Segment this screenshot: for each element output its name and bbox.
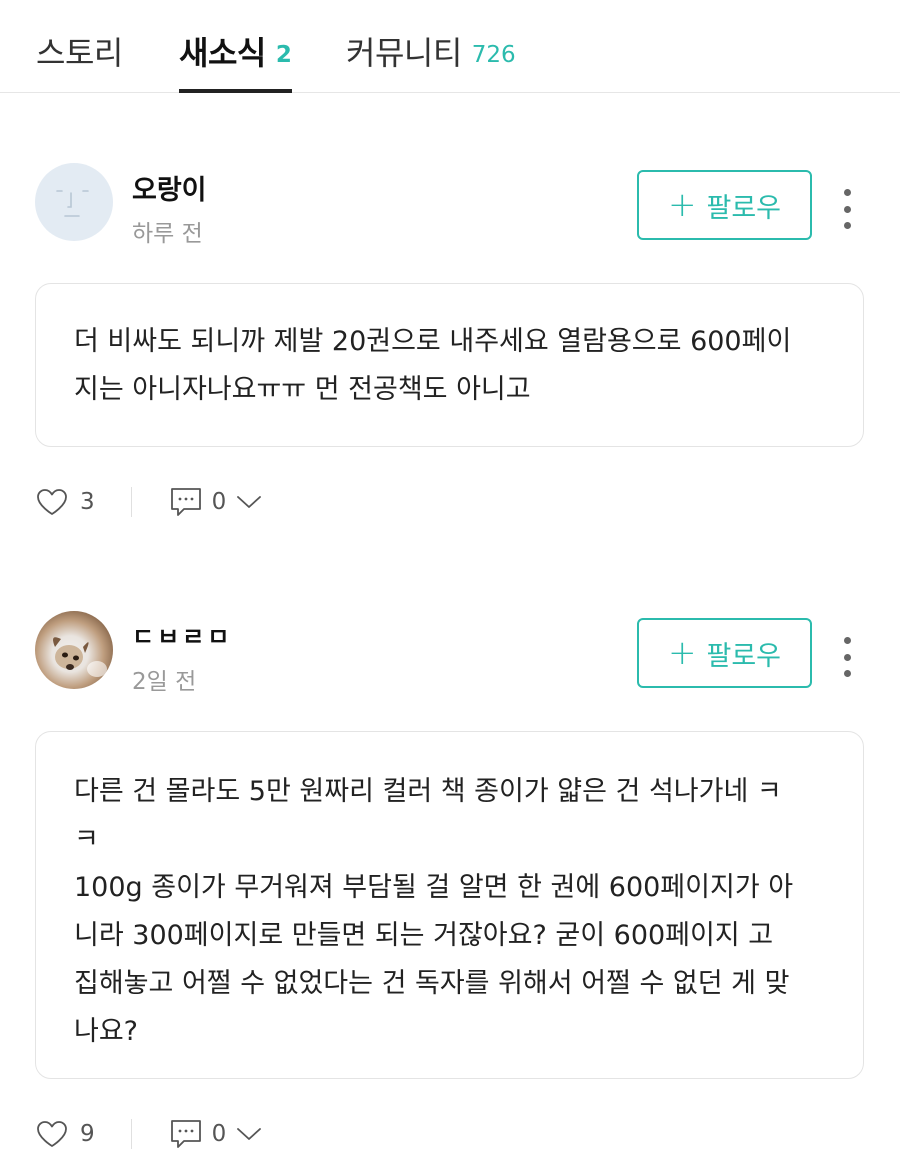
dot-icon — [843, 222, 851, 229]
avatar[interactable] — [35, 163, 113, 241]
tab-story-label: 스토리 — [36, 34, 123, 72]
plus-icon: + — [667, 185, 697, 225]
comment-bubble: 더 비싸도 되니까 제발 20권으로 내주세요 열람용으로 600페이 지는 아… — [35, 283, 864, 447]
avatar[interactable] — [35, 611, 113, 689]
like-button[interactable]: 9 — [36, 1120, 95, 1148]
follow-button[interactable]: + 팔로우 — [637, 170, 812, 240]
tab-news-label: 새소식 — [179, 34, 266, 72]
plus-icon: + — [667, 633, 697, 673]
tab-community-count: 726 — [471, 42, 516, 68]
tab-community-label: 커뮤니티 — [346, 34, 462, 72]
comment-author[interactable]: 오랑이 — [132, 168, 207, 207]
comment-actions: 3 0 — [36, 482, 262, 522]
comment-actions: 9 0 — [36, 1114, 262, 1154]
more-options-button[interactable] — [837, 189, 857, 229]
reply-button[interactable]: 0 — [170, 486, 263, 518]
divider — [130, 1119, 132, 1149]
tab-bar: 스토리 새소식 2 커뮤니티 726 — [0, 0, 900, 93]
tab-news[interactable]: 새소식 2 — [179, 28, 292, 93]
comment-bubble: 다른 건 몰라도 5만 원짜리 컬러 책 종이가 얇은 건 석나가네 ㅋ ㅋ 1… — [35, 731, 864, 1079]
tab-story[interactable]: 스토리 — [36, 28, 123, 93]
reply-button[interactable]: 0 — [170, 1118, 263, 1150]
follow-label: 팔로우 — [706, 640, 782, 672]
tab-community[interactable]: 커뮤니티 726 — [346, 28, 516, 93]
comment-text: 더 비싸도 되니까 제발 20권으로 내주세요 열람용으로 600페이 지는 아… — [74, 326, 792, 405]
dot-icon — [843, 205, 851, 213]
dot-icon — [843, 189, 851, 196]
active-tab-indicator — [179, 89, 292, 93]
reply-count: 0 — [211, 1121, 227, 1147]
divider — [130, 487, 132, 517]
like-button[interactable]: 3 — [36, 488, 95, 516]
chevron-down-icon — [237, 496, 262, 508]
comment-time: 2일 전 — [132, 669, 197, 695]
chevron-down-icon — [237, 1128, 262, 1140]
dot-icon — [843, 670, 851, 677]
comment-time: 하루 전 — [132, 221, 203, 247]
reply-bubble-icon — [170, 1120, 201, 1148]
dot-icon — [843, 637, 851, 644]
like-count: 9 — [80, 1121, 95, 1147]
dot-icon — [843, 653, 851, 661]
default-face-icon — [56, 190, 89, 217]
follow-label: 팔로우 — [706, 192, 782, 224]
dog-photo-avatar — [53, 637, 107, 677]
reply-count: 0 — [211, 489, 227, 515]
more-options-button[interactable] — [837, 637, 857, 677]
heart-icon — [37, 489, 67, 515]
reply-bubble-icon — [170, 488, 201, 516]
like-count: 3 — [80, 489, 95, 515]
comment-text: 다른 건 몰라도 5만 원짜리 컬러 책 종이가 얇은 건 석나가네 ㅋ ㅋ 1… — [74, 776, 794, 1047]
heart-icon — [37, 1121, 67, 1147]
comment-author[interactable]: ㄷㅂㄹㅁ — [132, 617, 232, 652]
tab-news-count: 2 — [275, 42, 292, 68]
follow-button[interactable]: + 팔로우 — [637, 618, 812, 688]
